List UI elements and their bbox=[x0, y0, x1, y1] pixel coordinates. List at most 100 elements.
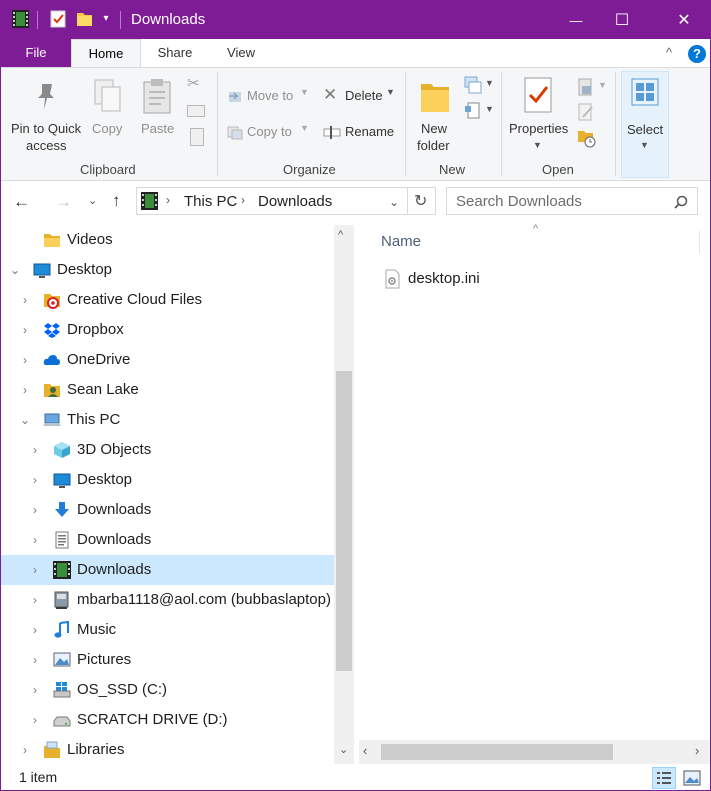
nav-item[interactable]: ⌄ This PC bbox=[1, 405, 334, 435]
chevron-right-icon[interactable]: › bbox=[19, 323, 31, 337]
file-list: ^ Name desktop.ini bbox=[355, 223, 710, 764]
tab-home[interactable]: Home bbox=[71, 39, 141, 68]
close-button[interactable]: ✕ bbox=[661, 1, 707, 39]
minimize-button[interactable]: — bbox=[553, 1, 599, 39]
nav-item[interactable]: › Downloads bbox=[1, 495, 334, 525]
breadcrumb-chevron-icon[interactable]: › bbox=[166, 193, 170, 207]
nav-item-label: Downloads bbox=[77, 531, 152, 548]
chevron-down-icon[interactable]: ⌄ bbox=[19, 413, 31, 427]
nav-pane-scrollbar[interactable]: ^ ⌄ bbox=[334, 225, 354, 764]
move-to-button[interactable]: Move to ▼ bbox=[225, 85, 311, 109]
nav-item[interactable]: › Desktop bbox=[1, 465, 334, 495]
chevron-right-icon[interactable]: › bbox=[29, 593, 41, 607]
new-folder-icon bbox=[421, 84, 449, 112]
chevron-right-icon[interactable]: › bbox=[19, 293, 31, 307]
nav-item[interactable]: › 3D Objects bbox=[1, 435, 334, 465]
nav-item[interactable]: › Creative Cloud Files bbox=[1, 285, 334, 315]
scroll-down-icon[interactable]: ⌄ bbox=[339, 743, 348, 756]
recent-locations-icon[interactable]: ⌄ bbox=[88, 194, 97, 207]
chevron-right-icon[interactable]: › bbox=[29, 443, 41, 457]
tab-view[interactable]: View bbox=[209, 39, 273, 67]
chevron-right-icon[interactable]: › bbox=[19, 383, 31, 397]
chevron-right-icon[interactable]: › bbox=[29, 563, 41, 577]
chevron-right-icon[interactable]: › bbox=[29, 473, 41, 487]
horizontal-scrollbar-thumb[interactable] bbox=[381, 744, 613, 760]
scrollbar-thumb[interactable] bbox=[336, 371, 352, 671]
nav-item[interactable]: › Music bbox=[1, 615, 334, 645]
collapse-ribbon-icon[interactable]: ^ bbox=[666, 45, 672, 60]
cut-icon[interactable]: ✂ bbox=[187, 76, 205, 92]
edit-button[interactable] bbox=[577, 103, 597, 121]
address-history-dropdown-icon[interactable]: ⌄ bbox=[389, 195, 399, 209]
qa-customize-icon[interactable]: ▾ bbox=[100, 12, 112, 26]
select-button[interactable]: Select ▼ bbox=[621, 71, 669, 178]
refresh-button[interactable]: ↻ bbox=[408, 187, 436, 215]
nav-item[interactable]: › Pictures bbox=[1, 645, 334, 675]
nav-item[interactable]: ⌄ Desktop bbox=[1, 255, 334, 285]
new-folder-qa-icon[interactable] bbox=[76, 10, 93, 28]
properties-qa-icon[interactable] bbox=[50, 10, 67, 28]
chevron-right-icon[interactable]: › bbox=[29, 533, 41, 547]
properties-button[interactable]: Properties ▼ bbox=[505, 74, 571, 156]
chevron-right-icon[interactable]: › bbox=[19, 743, 31, 757]
open-button[interactable]: ▼ bbox=[577, 78, 607, 96]
scroll-left-icon[interactable]: ‹ bbox=[363, 743, 367, 758]
nav-item[interactable]: Videos bbox=[1, 225, 334, 255]
nav-item[interactable]: › OS_SSD (C:) bbox=[1, 675, 334, 705]
nav-item[interactable]: › Sean Lake bbox=[1, 375, 334, 405]
new-folder-button[interactable]: New folder bbox=[413, 74, 459, 156]
rename-icon bbox=[323, 126, 341, 139]
chevron-right-icon[interactable]: › bbox=[29, 713, 41, 727]
forward-arrow-icon[interactable]: → bbox=[55, 192, 72, 212]
nav-item[interactable]: › Downloads bbox=[1, 525, 334, 555]
chevron-right-icon[interactable]: › bbox=[29, 653, 41, 667]
breadcrumb-downloads[interactable]: Downloads bbox=[258, 193, 332, 210]
chevron-right-icon[interactable]: › bbox=[29, 503, 41, 517]
copy-to-button[interactable]: Copy to ▼ bbox=[225, 121, 311, 145]
large-icons-view-button[interactable] bbox=[680, 767, 704, 789]
new-folder-label-line1: New bbox=[421, 121, 448, 136]
details-view-button[interactable] bbox=[652, 767, 676, 789]
chevron-down-icon[interactable]: ⌄ bbox=[9, 263, 21, 277]
tab-file[interactable]: File bbox=[1, 39, 71, 67]
nav-item[interactable]: › mbarba1118@aol.com (bubbaslaptop) bbox=[1, 585, 334, 615]
rename-button[interactable]: Rename bbox=[321, 121, 397, 145]
scroll-right-icon[interactable]: › bbox=[695, 743, 699, 758]
nav-item[interactable]: › SCRATCH DRIVE (D:) bbox=[1, 705, 334, 735]
nav-item[interactable]: › Libraries bbox=[1, 735, 334, 764]
paste-button[interactable]: Paste bbox=[135, 74, 179, 144]
nav-item[interactable]: › OneDrive bbox=[1, 345, 334, 375]
ribbon-tabs: File Home Share View ^ ? bbox=[1, 39, 710, 68]
up-arrow-icon[interactable]: ↑ bbox=[112, 191, 121, 211]
history-button[interactable] bbox=[577, 128, 597, 148]
creative-cloud-icon bbox=[43, 291, 61, 309]
search-input[interactable]: Search Downloads bbox=[446, 187, 698, 215]
file-list-horizontal-scrollbar[interactable]: ‹ › bbox=[359, 740, 710, 764]
paste-shortcut-icon[interactable] bbox=[190, 128, 204, 146]
folder-icon bbox=[43, 231, 61, 249]
address-bar[interactable]: › This PC › Downloads ⌄ bbox=[136, 187, 408, 215]
column-divider[interactable] bbox=[699, 231, 700, 253]
copy-button[interactable]: Copy bbox=[87, 74, 129, 144]
tab-share[interactable]: Share bbox=[143, 39, 207, 67]
open-icon bbox=[578, 78, 592, 96]
breadcrumb-chevron-icon[interactable]: › bbox=[241, 193, 245, 207]
list-item[interactable]: desktop.ini bbox=[379, 265, 619, 293]
scroll-up-icon[interactable]: ^ bbox=[338, 229, 343, 241]
new-item-button[interactable]: ▼ bbox=[463, 76, 495, 96]
easy-access-button[interactable]: ▼ bbox=[463, 102, 495, 122]
help-icon[interactable]: ? bbox=[688, 45, 706, 63]
new-folder-label-line2: folder bbox=[417, 138, 450, 153]
column-header-name[interactable]: Name bbox=[381, 233, 421, 250]
copy-path-icon[interactable] bbox=[187, 105, 205, 117]
nav-item[interactable]: › Downloads bbox=[1, 555, 334, 585]
back-arrow-icon[interactable]: ← bbox=[13, 192, 30, 212]
chevron-right-icon[interactable]: › bbox=[29, 623, 41, 637]
breadcrumb-this-pc[interactable]: This PC bbox=[184, 193, 237, 210]
nav-item[interactable]: › Dropbox bbox=[1, 315, 334, 345]
chevron-right-icon[interactable]: › bbox=[29, 683, 41, 697]
maximize-button[interactable]: ☐ bbox=[599, 1, 645, 39]
delete-button[interactable]: ✕ Delete ▼ bbox=[321, 85, 397, 109]
chevron-right-icon[interactable]: › bbox=[19, 353, 31, 367]
pin-to-quick-access-button[interactable]: Pin to Quick access bbox=[3, 74, 87, 160]
